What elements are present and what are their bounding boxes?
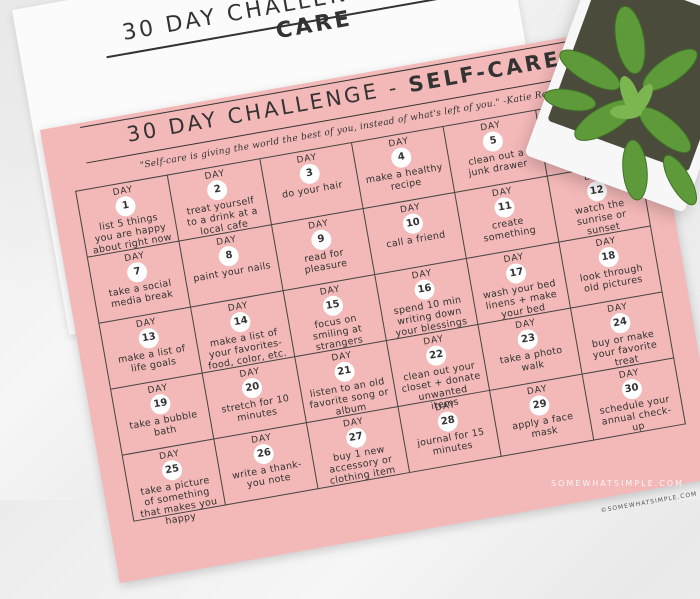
day-task: take a picture of something that makes y…	[139, 474, 219, 528]
day-task: schedule your annual check-up	[598, 393, 673, 434]
day-task: take a photo walk	[498, 344, 564, 374]
day-number-badge: 19	[149, 392, 173, 416]
back-title-prefix: 30 DAY CHALLENGE -	[120, 0, 418, 46]
day-number-badge: 30	[620, 377, 644, 401]
day-cell: DAY 26 write a thank-you note	[214, 423, 319, 506]
day-number-badge: 23	[516, 327, 540, 351]
day-number-badge: 3	[297, 162, 322, 186]
day-task: write a thank-you note	[231, 458, 303, 491]
day-cell: DAY 30 schedule your annual check-up	[582, 358, 686, 441]
day-cell: DAY 25 take a picture of something that ma…	[122, 439, 227, 527]
day-number-badge: 24	[608, 311, 632, 335]
day-number-badge: 4	[389, 146, 414, 170]
day-number-badge: 5	[481, 129, 505, 154]
day-cell: DAY 29 apply a face mask	[490, 374, 594, 457]
day-number-badge: 25	[160, 458, 184, 482]
day-number-badge: 20	[240, 376, 265, 400]
day-number-badge: 18	[596, 245, 621, 269]
day-number-badge: 2	[206, 178, 230, 202]
day-number-badge: 13	[137, 326, 161, 350]
day-number-badge: 26	[252, 442, 276, 466]
day-number-badge: 11	[493, 195, 517, 220]
day-number-badge: 29	[528, 393, 552, 417]
day-task: stretch for 10 minutes	[220, 392, 291, 425]
day-cell: DAY 27 buy 1 new accessory or clothing ite…	[306, 406, 411, 490]
day-number-badge: 16	[413, 278, 437, 302]
day-number-badge: 8	[217, 244, 241, 268]
day-number-badge: 21	[332, 360, 357, 384]
day-number-badge: 1	[114, 194, 138, 218]
day-number-badge: 17	[505, 261, 529, 285]
day-task: buy 1 new accessory or clothing item	[328, 444, 397, 487]
day-cell: DAY 28 journal for 15 minutes	[398, 390, 503, 473]
day-number-badge: 9	[309, 228, 333, 252]
day-number-badge: 7	[125, 260, 149, 284]
day-number-badge: 10	[401, 212, 425, 236]
day-number-badge: 28	[436, 409, 460, 434]
day-number-badge: 14	[229, 310, 253, 334]
day-number-badge: 15	[321, 294, 345, 318]
succulent-plant	[543, 5, 698, 206]
day-number-badge: 27	[344, 426, 368, 450]
day-number-badge: 22	[424, 344, 448, 368]
watermark: SOMEWHATSIMPLE.COM	[551, 479, 684, 488]
day-task: apply a face mask	[511, 410, 575, 441]
